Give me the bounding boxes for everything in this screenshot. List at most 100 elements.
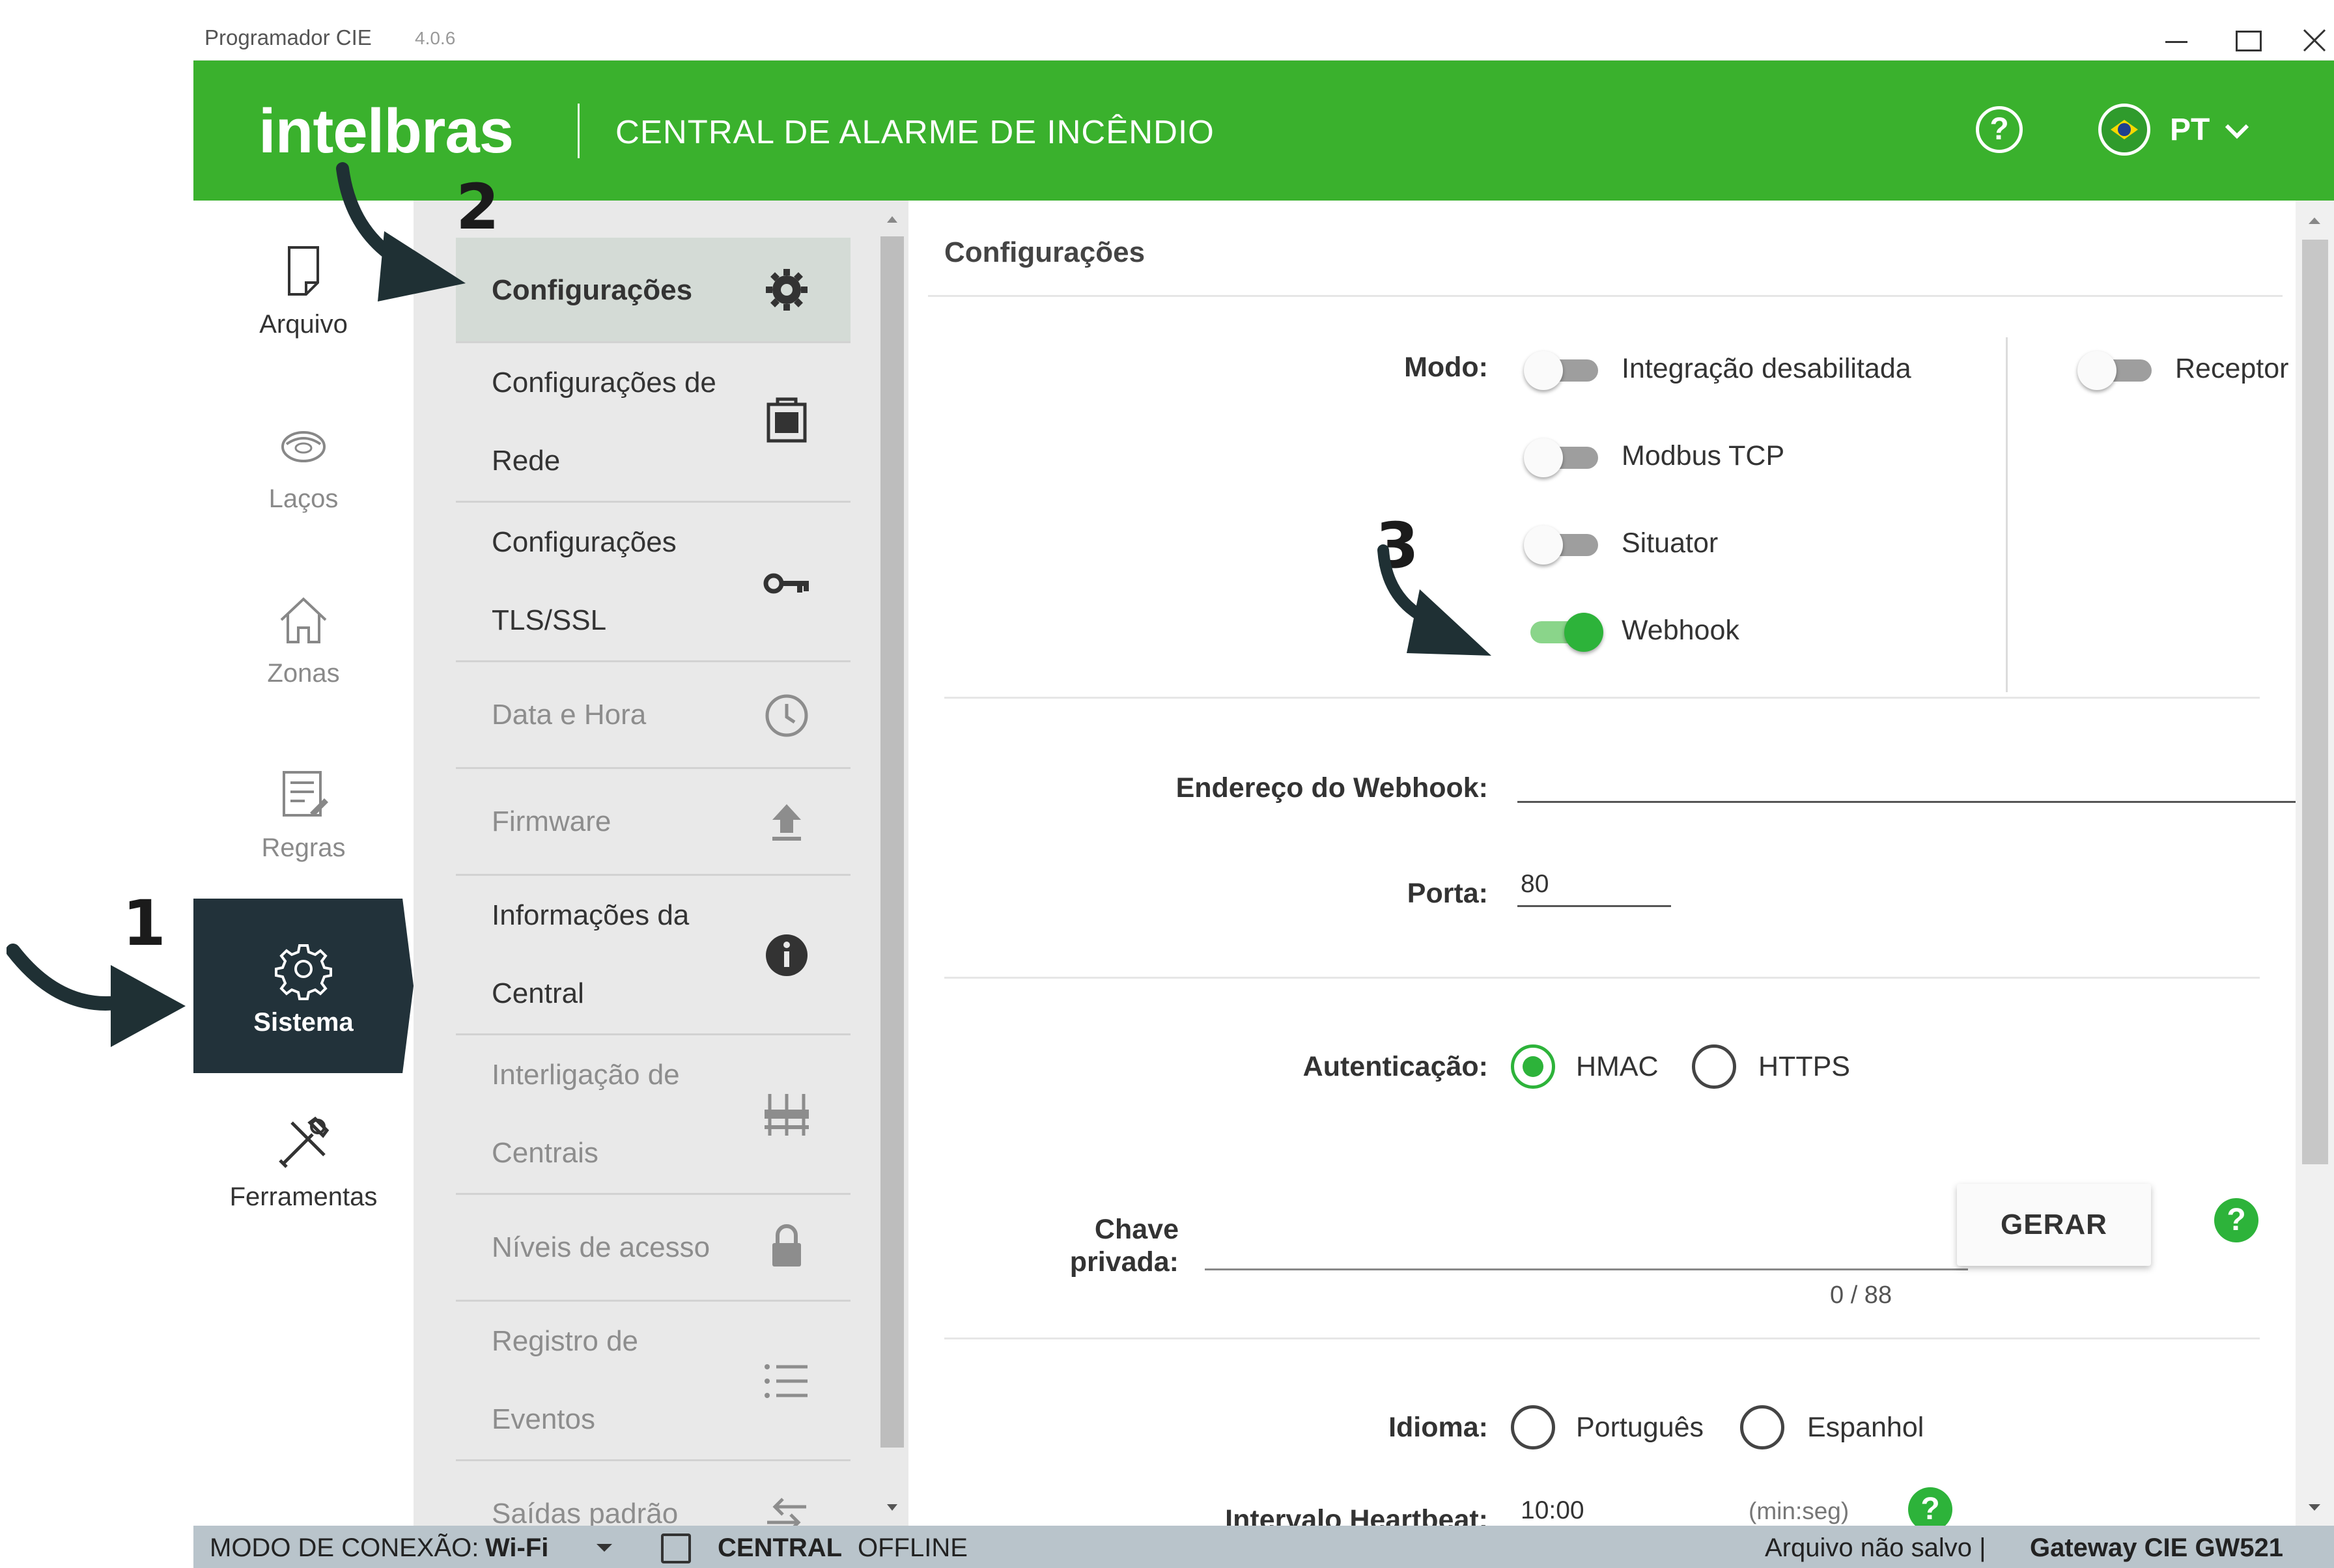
page-title: Configurações [944, 236, 1146, 268]
radio-portugues[interactable] [1511, 1405, 1555, 1449]
network-icon [766, 397, 807, 443]
submenu-label: Registro de [492, 1325, 639, 1357]
network-tree-icon [765, 1094, 809, 1136]
submenu-item-configuracoes-tls-ssl[interactable]: Configurações TLS/SSL [456, 503, 851, 662]
scroll-up-icon[interactable] [2296, 211, 2334, 231]
radio-hmac[interactable] [1511, 1044, 1555, 1089]
maximize-button[interactable] [2217, 19, 2276, 57]
info-icon [766, 934, 808, 976]
submenu-item-configuracoes-de-rede[interactable]: Configurações de Rede [456, 343, 851, 503]
radio-https[interactable] [1692, 1044, 1736, 1089]
autenticacao-label: Autenticação: [1302, 1051, 1488, 1082]
header-divider [578, 104, 580, 158]
status-bar: MODO DE CONEXÃO: Wi-Fi CENTRAL OFFLINE A… [193, 1526, 2334, 1568]
nav-item-ferramentas[interactable]: Ferramentas [193, 1106, 414, 1280]
receptor-label: Receptor [2175, 353, 2289, 384]
brazil-flag-icon [2098, 104, 2150, 156]
section-divider [944, 977, 2260, 979]
submenu-scroll-thumb[interactable] [880, 236, 904, 1448]
content-scroll-thumb[interactable] [2302, 240, 2328, 1164]
scroll-up-icon[interactable] [878, 210, 907, 229]
gear-icon [766, 269, 808, 311]
home-icon [280, 597, 327, 643]
heartbeat-input[interactable]: 10:00 [1521, 1496, 1584, 1525]
heartbeat-unit: (min:seg) [1749, 1498, 1849, 1524]
scroll-down-icon[interactable] [878, 1498, 907, 1517]
nav-label: Laços [268, 484, 339, 513]
vertical-divider [2006, 337, 2008, 692]
nav-item-sistema[interactable]: Sistema [193, 899, 414, 1073]
help-icon[interactable]: ? [2214, 1198, 2258, 1242]
submenu-list: Configurações Configurações de Rede Conf… [456, 238, 851, 1533]
settings-content: Configurações Modo: Integração desabilit… [908, 201, 2296, 1535]
connection-mode-value[interactable]: Wi-Fi [485, 1533, 548, 1563]
scroll-down-icon[interactable] [2296, 1498, 2334, 1517]
minimize-button[interactable] [2147, 19, 2206, 57]
mode-option-label: Integração desabilitada [1622, 353, 1911, 384]
nav-item-zonas[interactable]: Zonas [193, 582, 414, 757]
submenu-label: Saídas padrão [492, 1498, 679, 1530]
content-scrollbar[interactable] [2296, 201, 2334, 1526]
key-icon [763, 573, 809, 594]
submenu-label: Configurações [492, 526, 677, 558]
section-divider [944, 697, 2260, 699]
help-icon[interactable]: ? [1976, 106, 2023, 153]
clock-icon [765, 694, 808, 737]
caret-down-icon[interactable] [594, 1541, 615, 1554]
central-checkbox[interactable] [661, 1533, 691, 1563]
chave-counter: 0 / 88 [1830, 1281, 1892, 1309]
submenu-label: Rede [492, 445, 561, 477]
submenu-label: Eventos [492, 1403, 595, 1435]
intelbras-logo: intelbras [259, 96, 514, 166]
submenu-label: Informações da [492, 899, 690, 931]
annotation-arrow [336, 162, 466, 301]
submenu-item-firmware[interactable]: Firmware [456, 769, 851, 876]
submenu-item-registro-de-eventos[interactable]: Registro de Eventos [456, 1302, 851, 1461]
toggle-webhook[interactable] [1524, 611, 1603, 652]
mode-option-label: Situator [1622, 527, 1719, 559]
submenu-label: Centrais [492, 1137, 598, 1169]
modo-label: Modo: [1404, 352, 1488, 383]
nav-label: Zonas [267, 659, 340, 688]
radio-label: HMAC [1576, 1051, 1659, 1082]
chave-label-line1: Chave [1094, 1214, 1179, 1245]
list-icon [765, 1364, 808, 1398]
toggle-knob [2077, 351, 2116, 390]
idioma-label: Idioma: [1388, 1412, 1488, 1443]
submenu-label: Central [492, 977, 584, 1009]
submenu-item-data-e-hora[interactable]: Data e Hora [456, 662, 851, 769]
submenu-label: Configurações [492, 274, 693, 306]
help-icon[interactable]: ? [1908, 1487, 1952, 1532]
submenu-item-informacoes-da-central[interactable]: Informações da Central [456, 876, 851, 1035]
central-label: CENTRAL [718, 1533, 843, 1562]
gerar-button[interactable]: GERAR [1957, 1184, 2151, 1266]
toggle-modbus-tcp[interactable] [1524, 436, 1602, 477]
porta-label: Porta: [1407, 878, 1488, 909]
gateway-name: Gateway CIE GW521 [2030, 1533, 2284, 1562]
app-header: intelbras CENTRAL DE ALARME DE INCÊNDIO … [193, 61, 2334, 201]
submenu-item-configuracoes[interactable]: Configurações [456, 238, 851, 343]
language-selector[interactable]: PT [2098, 104, 2250, 156]
toggle-knob [1564, 613, 1603, 652]
submenu-label: Firmware [492, 805, 612, 837]
annotation-arrow [1377, 544, 1491, 656]
radio-espanhol[interactable] [1740, 1405, 1784, 1449]
submenu-item-saidas-padrao[interactable]: Saídas padrão [456, 1461, 851, 1533]
nav-item-lacos[interactable]: Laços [193, 408, 414, 582]
chevron-down-icon [2225, 124, 2249, 139]
nav-label: Ferramentas [229, 1183, 378, 1211]
submenu-item-interligacao-de-centrais[interactable]: Interligação de Centrais [456, 1035, 851, 1195]
mode-option-label: Modbus TCP [1622, 440, 1785, 471]
nav-label: Arquivo [259, 310, 348, 339]
radio-label: Português [1576, 1412, 1704, 1443]
submenu-item-niveis-de-acesso[interactable]: Níveis de acesso [456, 1195, 851, 1302]
section-divider [944, 1337, 2260, 1339]
toggle-receptor[interactable] [2077, 349, 2156, 390]
close-button[interactable] [2285, 19, 2334, 57]
submenu-scrollbar[interactable] [878, 201, 907, 1526]
porta-input[interactable]: 80 [1521, 870, 1549, 899]
toggle-situator[interactable] [1524, 524, 1602, 565]
language-label: PT [2170, 112, 2210, 147]
toggle-integracao-desabilitada[interactable] [1524, 349, 1602, 390]
nav-label: Sistema [253, 1008, 354, 1037]
